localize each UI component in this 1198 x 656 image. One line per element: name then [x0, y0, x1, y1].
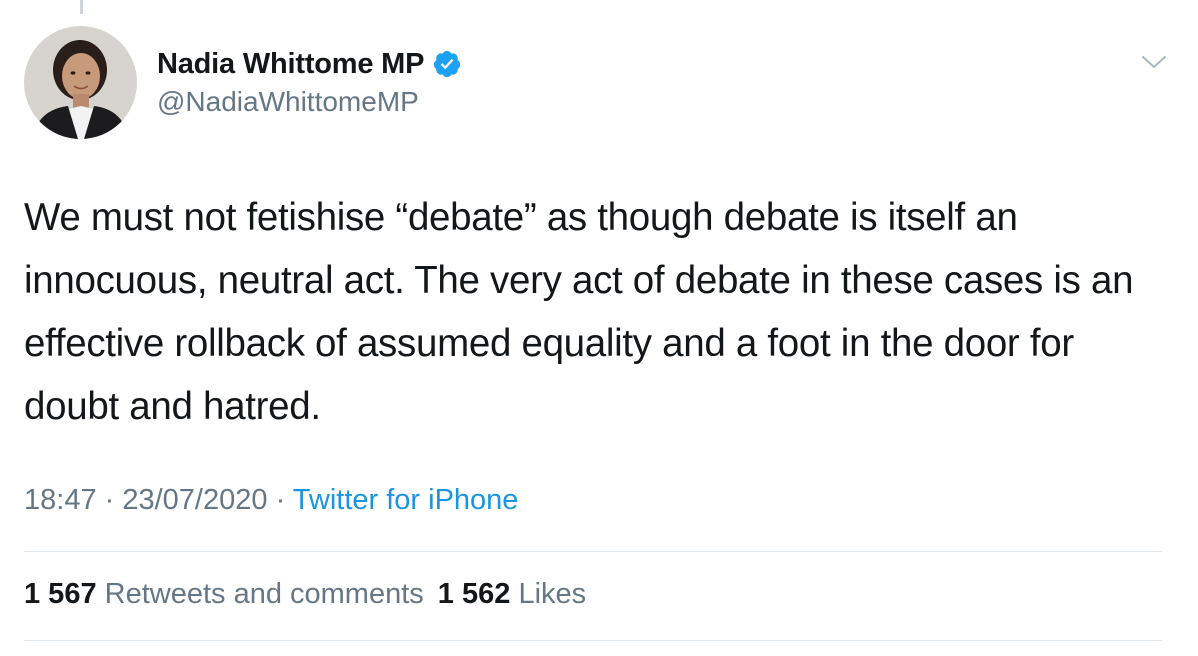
retweets-label: Retweets and comments	[104, 578, 424, 610]
likes-count: 1 562	[437, 578, 511, 610]
verified-badge-icon	[432, 49, 462, 79]
author-name-row[interactable]: Nadia Whittome MP	[157, 44, 462, 84]
likes-label: Likes	[518, 578, 587, 610]
meta-separator: ·	[96, 484, 123, 516]
likes-stat[interactable]: 1 562 Likes	[438, 578, 586, 610]
tweet-stats: 1 567 Retweets and comments 1 562 Likes	[24, 578, 586, 611]
thread-connector-line	[80, 0, 83, 14]
tweet-text: We must not fetishise “debate” as though…	[24, 196, 1134, 428]
avatar[interactable]	[24, 26, 137, 139]
retweets-stat[interactable]: 1 567 Retweets and comments	[24, 578, 424, 610]
divider	[24, 640, 1162, 641]
meta-separator: ·	[267, 484, 293, 516]
divider	[24, 551, 1162, 552]
retweets-count: 1 567	[24, 578, 97, 610]
tweet-metadata: 18:47 · 23/07/2020 · Twitter for iPhone	[24, 484, 518, 517]
tweet-source-link[interactable]: Twitter for iPhone	[293, 484, 519, 516]
chevron-down-icon[interactable]	[1140, 52, 1168, 72]
author-handle[interactable]: @NadiaWhittomeMP	[157, 86, 419, 118]
author-display-name[interactable]: Nadia Whittome MP	[157, 48, 424, 81]
tweet-date[interactable]: 23/07/2020	[122, 484, 267, 516]
profile-photo-icon	[24, 26, 137, 139]
tweet-time[interactable]: 18:47	[24, 484, 97, 516]
